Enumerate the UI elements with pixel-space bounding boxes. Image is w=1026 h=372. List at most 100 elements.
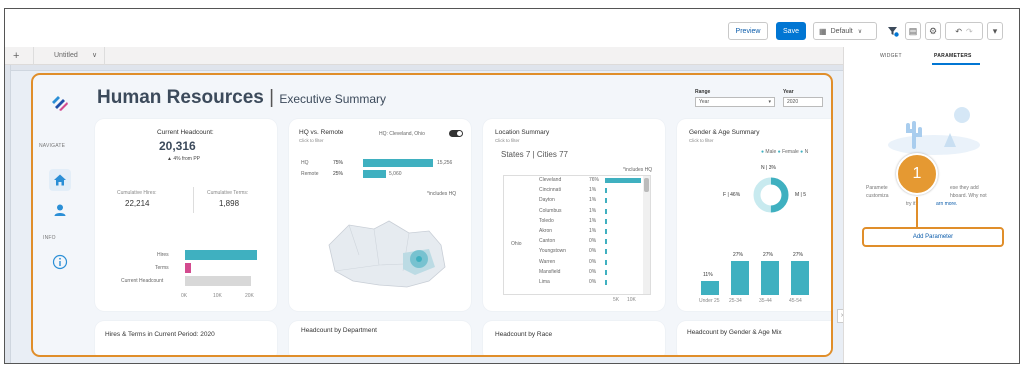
hq-note: *includes HQ	[427, 191, 457, 197]
redo-icon[interactable]: ↷	[966, 27, 973, 36]
properties-panel: WIDGET PARAMETERS Paramete ese they add …	[843, 47, 1019, 363]
hq-toggle-switch[interactable]	[449, 130, 463, 137]
hq-remote-title: HQ vs. Remote	[299, 129, 344, 136]
properties-icon[interactable]: ▤	[905, 22, 921, 40]
city-name[interactable]: Warren	[539, 259, 555, 265]
remote-row-label: Remote	[301, 171, 319, 177]
hires-terms-period-card[interactable]: Hires & Terms in Current Period: 2020	[95, 321, 277, 355]
add-parameter-button[interactable]: Add Parameter	[862, 227, 1004, 247]
city-name[interactable]: Columbus	[539, 208, 562, 214]
city-bar[interactable]	[605, 280, 607, 285]
year-label: Year	[783, 89, 794, 95]
location-summary-card[interactable]: Location Summary Click to filter States …	[483, 119, 665, 311]
page-tab-label: Untitled	[54, 52, 78, 59]
info-label: INFO	[43, 235, 56, 241]
city-bar[interactable]	[605, 178, 641, 183]
city-pct: 0%	[589, 238, 597, 245]
city-name[interactable]: Lima	[539, 279, 550, 285]
info-icon[interactable]	[49, 251, 71, 273]
settings-icon[interactable]: ⚙	[925, 22, 941, 40]
home-icon[interactable]	[49, 169, 71, 191]
city-pct: 1%	[589, 197, 597, 204]
dashboard-canvas: NAVIGATE INFO Human Resources | Executiv…	[5, 65, 847, 363]
age-bar-pct: 27%	[793, 252, 804, 258]
hq-remote-card[interactable]: HQ vs. Remote Click to filter HQ: Clevel…	[289, 119, 471, 311]
dashboard-container[interactable]: NAVIGATE INFO Human Resources | Executiv…	[31, 73, 833, 357]
remote-bar[interactable]	[363, 170, 386, 178]
city-pct: 1%	[589, 228, 597, 234]
headcount-card[interactable]: Current Headcount: 20,316 ▲ 4% from PP C…	[95, 119, 277, 311]
title-subtitle: Executive Summary	[279, 92, 387, 106]
gender-age-card[interactable]: Gender & Age Summary Click to filter ● M…	[677, 119, 831, 311]
help-text-line1-left: Paramete	[866, 185, 888, 191]
undo-redo-group[interactable]: ↶ ↷	[945, 22, 983, 40]
remote-row-pct: 25%	[333, 171, 344, 177]
city-bar[interactable]	[605, 269, 607, 275]
hires-bar[interactable]	[185, 250, 257, 260]
city-bar[interactable]	[605, 188, 607, 194]
tab-parameters[interactable]: PARAMETERS	[934, 53, 972, 59]
hq-toggle-label: HQ: Cleveland, Ohio	[379, 131, 425, 137]
age-bar-pct: 27%	[763, 252, 774, 258]
city-name[interactable]: Mansfield	[539, 269, 560, 275]
age-bar[interactable]	[761, 261, 779, 295]
f-label: F | 46%	[723, 192, 741, 198]
preview-button[interactable]: Preview	[728, 22, 768, 40]
chevron-down-icon[interactable]: ∨	[92, 51, 97, 59]
callout-number: 1	[912, 165, 922, 182]
page-tab-untitled[interactable]: Untitled ∨	[33, 47, 105, 65]
age-bar[interactable]	[791, 261, 809, 295]
city-bar[interactable]	[605, 249, 607, 255]
state-label: Ohio	[511, 241, 522, 247]
city-pct: 0%	[589, 279, 597, 285]
gender-donut-chart[interactable]	[751, 175, 791, 215]
city-name[interactable]: Canton	[539, 238, 555, 244]
layout-dropdown[interactable]: ▦ Default ∨	[813, 22, 877, 40]
city-bar[interactable]	[605, 198, 607, 204]
horizontal-ruler	[5, 65, 843, 71]
terms-bar[interactable]	[185, 263, 191, 273]
city-name[interactable]: Cincinnati	[539, 187, 561, 193]
location-title: Location Summary	[495, 129, 550, 136]
city-bar[interactable]	[605, 239, 607, 245]
city-bar[interactable]	[605, 229, 607, 234]
hq-bar[interactable]	[363, 159, 433, 167]
city-bar[interactable]	[605, 208, 607, 214]
add-page-button[interactable]: +	[13, 50, 19, 62]
scrollbar[interactable]	[643, 176, 650, 294]
top-toolbar: Preview Save ▦ Default ∨ ▤ ⚙ ↶ ↷ ▾	[5, 9, 1019, 47]
legend-female: Female	[782, 149, 799, 155]
year-select[interactable]: 2020	[783, 97, 823, 107]
city-name[interactable]: Toledo	[539, 218, 554, 224]
headcount-race-card[interactable]: Headcount by Race	[483, 321, 665, 355]
city-table[interactable]	[503, 175, 651, 295]
navigate-label: NAVIGATE	[39, 143, 66, 149]
terms-label: Cumulative Terms:	[207, 190, 249, 196]
city-name[interactable]: Cleveland	[539, 177, 561, 183]
save-button[interactable]: Save	[776, 22, 806, 40]
headcount-gender-age-mix-card[interactable]: Headcount by Gender & Age Mix	[677, 321, 831, 355]
city-bar[interactable]	[605, 218, 607, 224]
undo-icon[interactable]: ↶	[955, 27, 962, 36]
age-bar-label: 45-54	[789, 298, 802, 304]
legend-n: N	[804, 149, 809, 155]
tab-widget[interactable]: WIDGET	[880, 53, 902, 59]
learn-more-link[interactable]: arn more.	[936, 201, 957, 207]
headcount-department-card[interactable]: Headcount by Department	[289, 321, 471, 355]
filter-icon[interactable]	[885, 22, 901, 40]
age-bar[interactable]	[701, 281, 719, 295]
city-name[interactable]: Dayton	[539, 197, 555, 203]
range-select[interactable]: Year ▾	[695, 97, 775, 107]
more-actions-icon[interactable]: ▾	[987, 22, 1003, 40]
divider	[193, 187, 194, 213]
city-name[interactable]: Youngstown	[539, 248, 566, 254]
city-name[interactable]: Akron	[539, 228, 552, 234]
person-icon[interactable]	[49, 199, 71, 221]
title-main: Human Resources	[97, 87, 264, 108]
age-bar[interactable]	[731, 261, 749, 295]
city-pct: 76%	[589, 177, 600, 183]
current-headcount-bar[interactable]	[185, 276, 251, 286]
left-navigation: NAVIGATE INFO	[37, 79, 87, 355]
city-bar[interactable]	[605, 259, 607, 265]
us-midwest-map[interactable]	[319, 215, 459, 295]
